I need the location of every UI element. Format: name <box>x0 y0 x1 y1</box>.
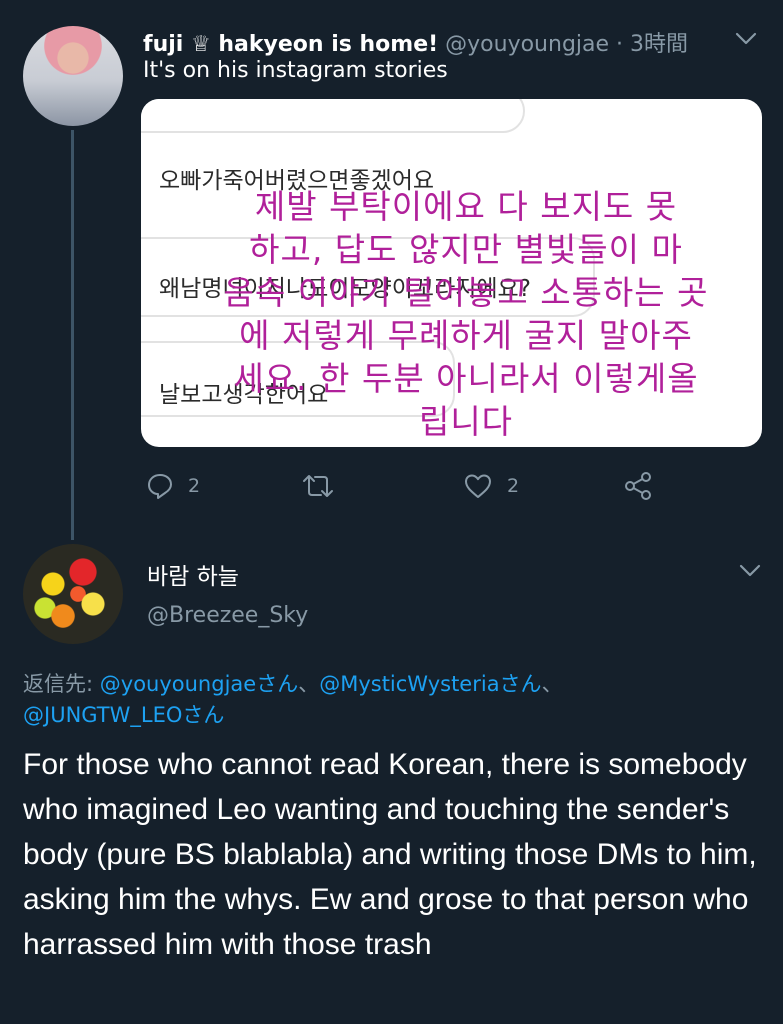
reply-icon <box>146 472 174 500</box>
overlay-line: 세요. 한 두분 아니라서 이렇게올 <box>233 359 699 398</box>
heart-icon <box>463 472 493 500</box>
mention-link[interactable]: @JUNGTW_LEOさん <box>23 703 224 727</box>
thread-connector <box>71 130 74 540</box>
overlay-line: 하고, 답도 않지만 별빛들이 마 <box>249 230 683 269</box>
avatar[interactable] <box>23 544 123 644</box>
avatar[interactable] <box>23 26 123 126</box>
mention-separator: 、 <box>541 672 563 696</box>
separator-dot: · <box>609 32 631 57</box>
mention-link[interactable]: @youyoungjaeさん <box>100 672 298 696</box>
reply-prefix: 返信先: <box>23 672 100 696</box>
reply-to-line: 返信先: @youyoungjaeさん、@MysticWysteriaさん、 @J… <box>23 669 763 731</box>
mention-separator: 、 <box>298 672 320 696</box>
reply-count: 2 <box>188 475 201 497</box>
tweet-text: For those who cannot read Korean, there … <box>23 748 757 961</box>
user-handle[interactable]: @youyoungjae <box>445 32 609 57</box>
share-icon <box>623 471 653 501</box>
share-button[interactable] <box>623 466 653 506</box>
like-count: 2 <box>507 475 520 497</box>
chevron-down-icon[interactable] <box>733 558 767 584</box>
tweet-actions: 2 2 <box>141 466 761 506</box>
tweet-header: fuji ♕ hakyeon is home! @youyoungjae · 3… <box>143 26 703 58</box>
overlay-line: 에 저렇게 무례하게 굴지 말아주 <box>239 316 693 355</box>
overlay-line: 제발 부탁이에요 다 보지도 못 <box>254 187 678 226</box>
tweet-text: It's on his instagram stories <box>143 58 448 83</box>
retweet-button[interactable] <box>301 466 349 506</box>
overlay-line: 음속 이야기 털어놓고 소통하는 곳 <box>223 273 709 312</box>
display-name[interactable]: 바람 하늘 <box>147 557 239 591</box>
dm-bubble <box>141 99 525 133</box>
retweet-icon <box>301 472 335 500</box>
chevron-down-icon[interactable] <box>729 26 763 52</box>
reply-button[interactable]: 2 <box>146 466 200 506</box>
overlay-line: 립니다 <box>418 402 514 441</box>
like-button[interactable]: 2 <box>463 466 519 506</box>
mention-link[interactable]: @MysticWysteriaさん <box>319 672 541 696</box>
user-handle[interactable]: @Breezee_Sky <box>147 603 308 628</box>
timestamp[interactable]: 3時間 <box>630 32 688 57</box>
display-name[interactable]: fuji ♕ hakyeon is home! <box>143 32 438 57</box>
overlay-caption: 제발 부탁이에요 다 보지도 못 하고, 답도 않지만 별빛들이 마 음속 이야… <box>181 185 751 443</box>
media-image[interactable]: 오빠가죽어버렸으면좋겠어요 왜남명녀이지나도이모양이꼬라지에요? 날보고생각한어… <box>141 99 762 447</box>
